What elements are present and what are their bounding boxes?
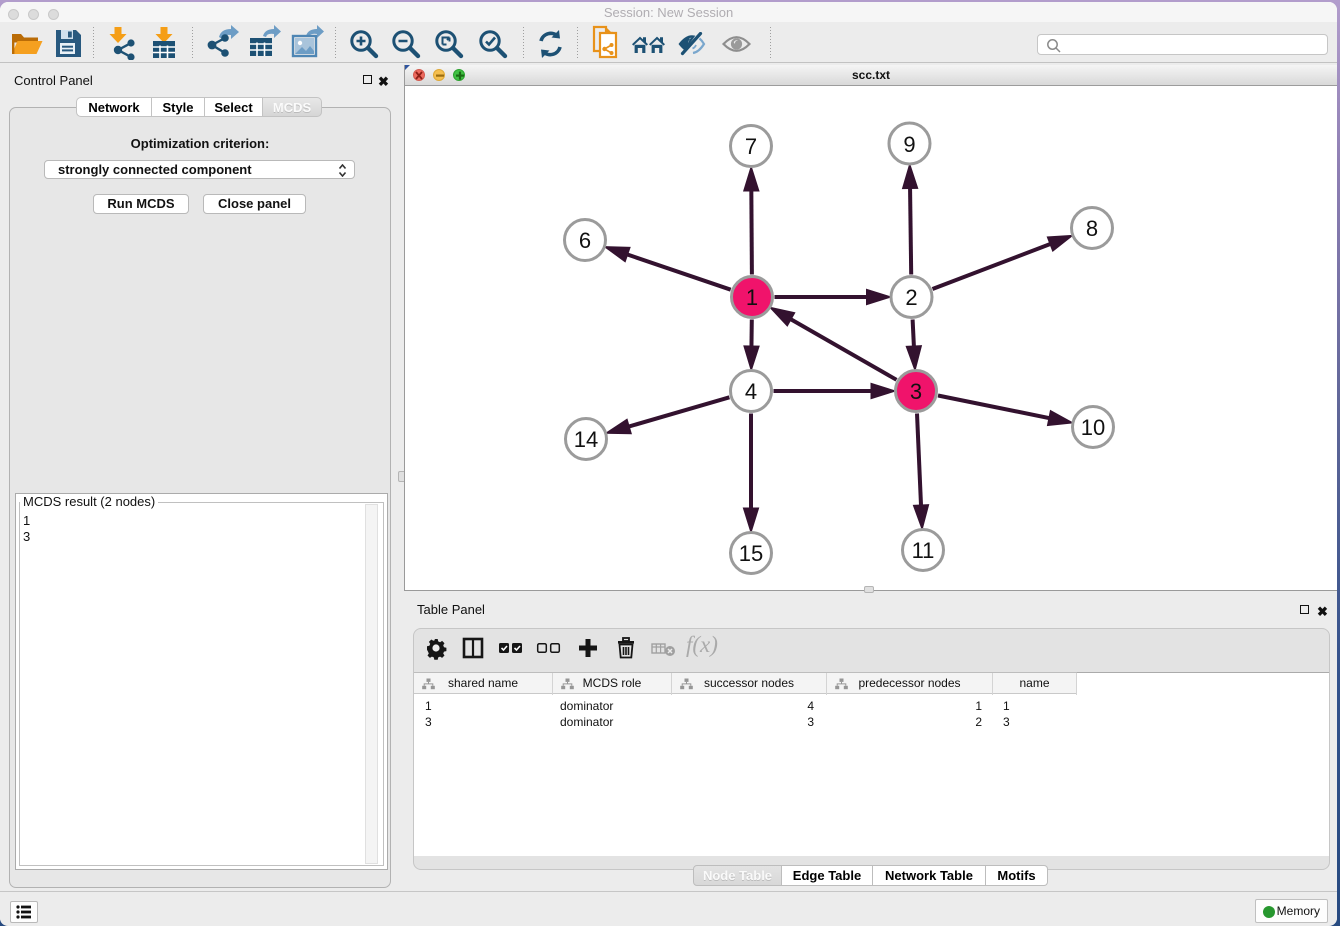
svg-text:1: 1	[746, 285, 758, 310]
svg-text:9: 9	[903, 132, 915, 157]
svg-text:10: 10	[1081, 415, 1105, 440]
svg-text:3: 3	[910, 379, 922, 404]
svg-text:6: 6	[579, 228, 591, 253]
svg-text:7: 7	[745, 134, 757, 159]
svg-text:14: 14	[574, 427, 598, 452]
svg-text:15: 15	[739, 541, 763, 566]
svg-text:8: 8	[1086, 216, 1098, 241]
svg-text:11: 11	[912, 538, 935, 563]
svg-text:4: 4	[745, 379, 757, 404]
svg-text:2: 2	[905, 285, 917, 310]
